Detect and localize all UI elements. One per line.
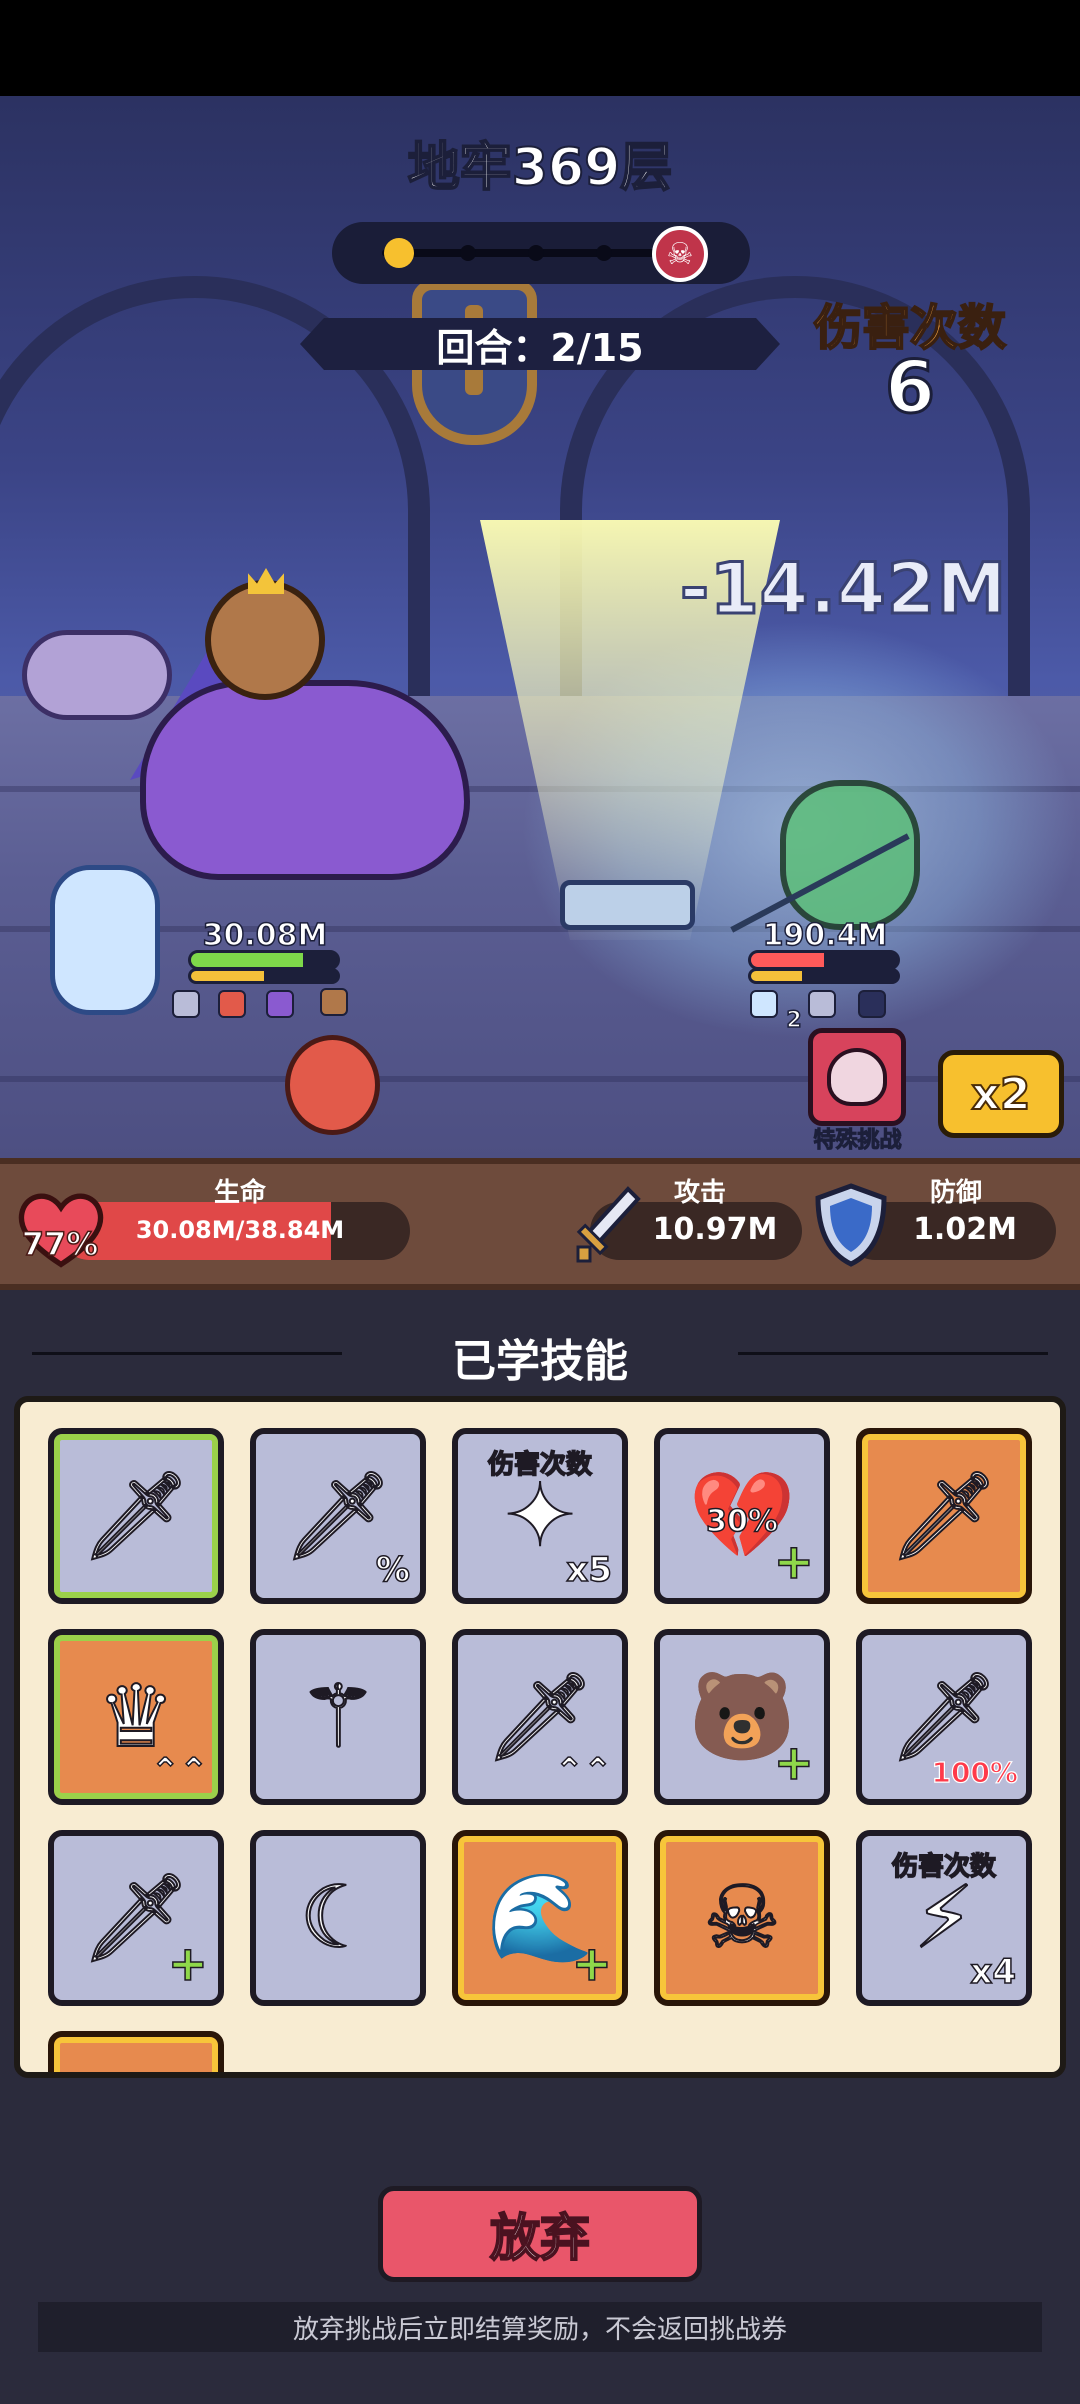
give-up-button[interactable]: 放弃	[378, 2186, 702, 2282]
attack-value: 10.97M	[652, 1212, 778, 1247]
player-energy-fill	[191, 971, 264, 981]
enemy-hp-text: 190.4M	[762, 917, 888, 954]
skill-slot[interactable]	[48, 2031, 224, 2072]
dragon-buff-icon	[266, 990, 294, 1018]
special-challenge-button[interactable]	[808, 1028, 906, 1126]
sword-icon	[576, 1186, 641, 1263]
skill-badge: +	[773, 1533, 815, 1591]
skill-slot[interactable]: 🐻 +	[654, 1629, 830, 1805]
stage-dot-current	[384, 238, 414, 268]
sword-debuff-icon	[808, 990, 836, 1018]
ice-burst-icon: ✦	[503, 1466, 577, 1566]
skill-slot[interactable]: ☠	[654, 1830, 830, 2006]
skill-slot[interactable]: 🗡 ⌃⌃	[452, 1629, 628, 1805]
skill-badge: %	[375, 1549, 411, 1591]
skill-slot[interactable]: 🌊 +	[452, 1830, 628, 2006]
hp-percent: 77%	[21, 1224, 99, 1264]
enemy-energy-fill	[751, 971, 803, 981]
enemy-buff-count: 2	[786, 1007, 803, 1034]
enemy-energy-bar	[748, 968, 900, 984]
skill-slot[interactable]: 💔 30% +	[654, 1428, 830, 1604]
enemy-hp-fill	[751, 953, 824, 967]
skill-badge: x5	[566, 1549, 613, 1591]
ice-sword-icon: 🗡	[80, 1466, 191, 1566]
skill-badge: ⌃⌃	[150, 1750, 208, 1792]
attack-buff-icon	[172, 990, 200, 1018]
skill-badge: +	[571, 1935, 613, 1993]
flame-sword-icon: 🗡	[484, 1667, 595, 1767]
special-challenge-label: 特殊挑战	[813, 1128, 902, 1154]
stage-dot	[528, 245, 544, 261]
defense-label: 防御	[929, 1178, 982, 1208]
defense-value: 1.02M	[913, 1212, 1017, 1247]
attack-label: 攻击	[673, 1178, 726, 1208]
fire-crescent-icon: ☾	[298, 1868, 377, 1968]
skill-slot[interactable]: 🗡%	[250, 1428, 426, 1604]
skull-ice-icon: ☠	[702, 1868, 781, 1968]
ice-spirit-pet	[50, 865, 160, 1015]
player-hp-fill	[191, 953, 304, 967]
skill-badge: x4	[970, 1951, 1017, 1993]
skill-badge: +	[773, 1734, 815, 1792]
give-up-notice: 放弃挑战后立即结算奖励，不会返回挑战券	[292, 2314, 787, 2345]
skill-slot[interactable]: 🗡	[856, 1428, 1032, 1604]
skill-badge: ⌃⌃	[554, 1750, 612, 1792]
golden-staff-icon: ⚚	[298, 1667, 377, 1767]
skill-slot[interactable]: ⚚	[250, 1629, 426, 1805]
damage-popup: -14.42M	[678, 547, 1008, 632]
treasure-pedestal	[560, 880, 695, 930]
player-energy-bar	[188, 968, 340, 984]
stage-dot	[596, 245, 612, 261]
capybara-buff-icon	[320, 988, 348, 1016]
king-buff-icon	[218, 990, 246, 1018]
skill-slot[interactable]: ☾	[250, 1830, 426, 2006]
king-pet	[285, 1035, 380, 1135]
boss-skull-icon: ☠	[652, 226, 708, 282]
capybara-hero	[205, 580, 325, 700]
skull-icon	[827, 1048, 887, 1106]
skill-slot[interactable]: 🗡	[48, 1428, 224, 1604]
dash-sword-icon: 🗡	[888, 1466, 999, 1566]
hp-value: 30.08M/38.84M	[135, 1216, 345, 1244]
enemy-hp-bar	[748, 950, 900, 970]
skills-panel: 🗡 🗡% ✦ 伤害次数 x5 💔 30% + 🗡 ♛ ⌃⌃ ⚚ 🗡 ⌃⌃ 🐻 + 🗡 100% 🗡 + ☾ 🌊 + ☠ ⚡ 伤害次…	[14, 1396, 1066, 2078]
skill-slot[interactable]: 🗡 +	[48, 1830, 224, 2006]
crown-icon: ♛	[96, 1667, 175, 1767]
broken-sword-icon: 🗡	[888, 1667, 999, 1767]
player-hp-text: 30.08M	[202, 917, 328, 954]
crit-sword-icon: 🗡	[282, 1466, 393, 1566]
skill-slot[interactable]: 🗡 100%	[856, 1629, 1032, 1805]
stage-dot	[460, 245, 476, 261]
ice-buff-icon	[750, 990, 778, 1018]
dungeon-title: 地牢369层	[407, 137, 674, 199]
hp-label: 生命	[213, 1178, 266, 1208]
goblin-enemy[interactable]	[780, 780, 920, 930]
skill-red-tag: 100%	[931, 1755, 1019, 1789]
hit-count-value: 6	[883, 344, 936, 431]
skill-hit-count-tag: 伤害次数	[487, 1449, 593, 1481]
lightning-icon: ⚡	[913, 1868, 975, 1968]
skill-slot[interactable]: ✦ 伤害次数 x5	[452, 1428, 628, 1604]
status-bar	[0, 0, 1080, 96]
skill-badge: +	[167, 1935, 209, 1993]
player-hp-bar	[188, 950, 340, 970]
learned-skills-title: 已学技能	[452, 1336, 628, 1387]
purple-dragon-mount	[140, 680, 470, 880]
shield-icon	[815, 1183, 887, 1267]
skill-slot[interactable]: ♛ ⌃⌃	[48, 1629, 224, 1805]
dagger-buff-icon	[858, 990, 886, 1018]
cloud-pet	[22, 630, 172, 720]
skill-slot[interactable]: ⚡ 伤害次数 x4	[856, 1830, 1032, 2006]
speed-toggle-button[interactable]: x2	[938, 1050, 1064, 1138]
round-counter: 回合：2/15	[436, 325, 644, 370]
skill-hit-count-tag: 伤害次数	[891, 1851, 997, 1883]
